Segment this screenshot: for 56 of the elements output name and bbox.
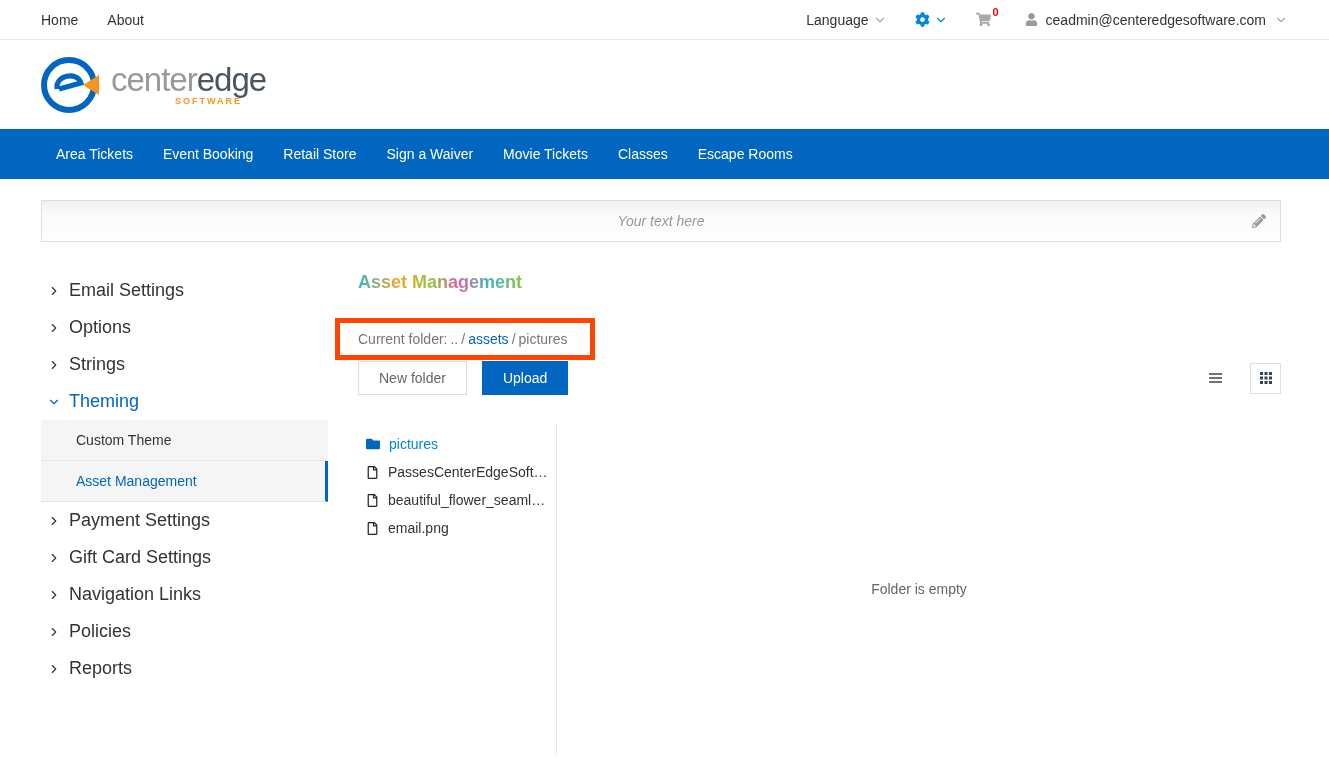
path-separator: / — [511, 331, 516, 347]
top-nav-link[interactable]: Home — [41, 11, 79, 28]
file-item[interactable]: PassesCenterEdgeSoft… — [358, 458, 556, 486]
settings-menu[interactable] — [914, 12, 948, 27]
upload-button[interactable]: Upload — [481, 361, 569, 395]
main-nav-link[interactable]: Escape Rooms — [682, 146, 808, 162]
main-nav-link[interactable]: Classes — [602, 146, 683, 162]
main-nav-link[interactable]: Retail Store — [268, 146, 372, 162]
file-icon — [366, 465, 379, 479]
grid-view-icon — [1259, 372, 1272, 384]
empty-folder-message: Folder is empty — [871, 581, 967, 597]
grid-view-button[interactable] — [1250, 362, 1281, 394]
sidebar-item[interactable]: Strings — [41, 346, 328, 383]
sidebar-item[interactable]: Policies — [41, 613, 328, 650]
path-separator: / — [461, 331, 466, 347]
folder-icon — [366, 437, 380, 451]
sidebar-item[interactable]: Gift Card Settings — [41, 539, 328, 576]
sidebar-subitem[interactable]: Custom Theme — [41, 420, 328, 461]
file-name: beautiful_flower_seaml… — [388, 492, 546, 508]
file-icon — [366, 493, 379, 507]
banner-placeholder: Your text here — [617, 213, 705, 229]
settings-icon — [914, 12, 930, 27]
sidebar-subitem[interactable]: Asset Management — [41, 461, 328, 502]
sidebar-item[interactable]: Email Settings — [41, 272, 328, 309]
user-menu[interactable]: ceadmin@centeredgesoftware.com — [1024, 11, 1288, 28]
cart-count: 0 — [992, 6, 999, 18]
top-nav-link[interactable]: About — [107, 11, 144, 28]
new-folder-button[interactable]: New folder — [358, 361, 467, 395]
file-name: pictures — [389, 436, 439, 452]
file-item[interactable]: email.png — [358, 514, 556, 542]
cart-icon — [975, 12, 991, 27]
sidebar-item[interactable]: Theming — [41, 383, 328, 420]
main-nav-link[interactable]: Sign a Waiver — [371, 146, 489, 162]
file-name: email.png — [388, 520, 449, 536]
logo-icon — [41, 54, 101, 115]
user-icon — [1024, 13, 1038, 26]
main-nav-link[interactable]: Event Booking — [148, 146, 269, 162]
page-title: Asset Management — [358, 272, 523, 293]
main-nav-link[interactable]: Area Tickets — [41, 146, 149, 162]
breadcrumb-link[interactable]: .. — [450, 331, 459, 347]
list-view-icon — [1209, 373, 1222, 383]
breadcrumb-link[interactable]: assets — [468, 331, 509, 347]
main-nav-link[interactable]: Movie Tickets — [488, 146, 603, 162]
sidebar-item[interactable]: Options — [41, 309, 328, 346]
sidebar-item[interactable]: Payment Settings — [41, 502, 328, 539]
edit-icon[interactable] — [1252, 214, 1266, 228]
current-folder-label: Current folder: — [358, 331, 448, 347]
folder-item[interactable]: pictures — [358, 430, 556, 458]
language-menu[interactable]: Language — [806, 11, 887, 28]
file-item[interactable]: beautiful_flower_seaml… — [358, 486, 556, 514]
file-name: PassesCenterEdgeSoft… — [388, 464, 548, 480]
logo-wordmark: centeredge — [111, 63, 267, 96]
file-icon — [366, 521, 379, 535]
sidebar-item[interactable]: Reports — [41, 650, 328, 687]
sidebar-item[interactable]: Navigation Links — [41, 576, 328, 613]
current-folder-name: pictures — [518, 331, 568, 347]
